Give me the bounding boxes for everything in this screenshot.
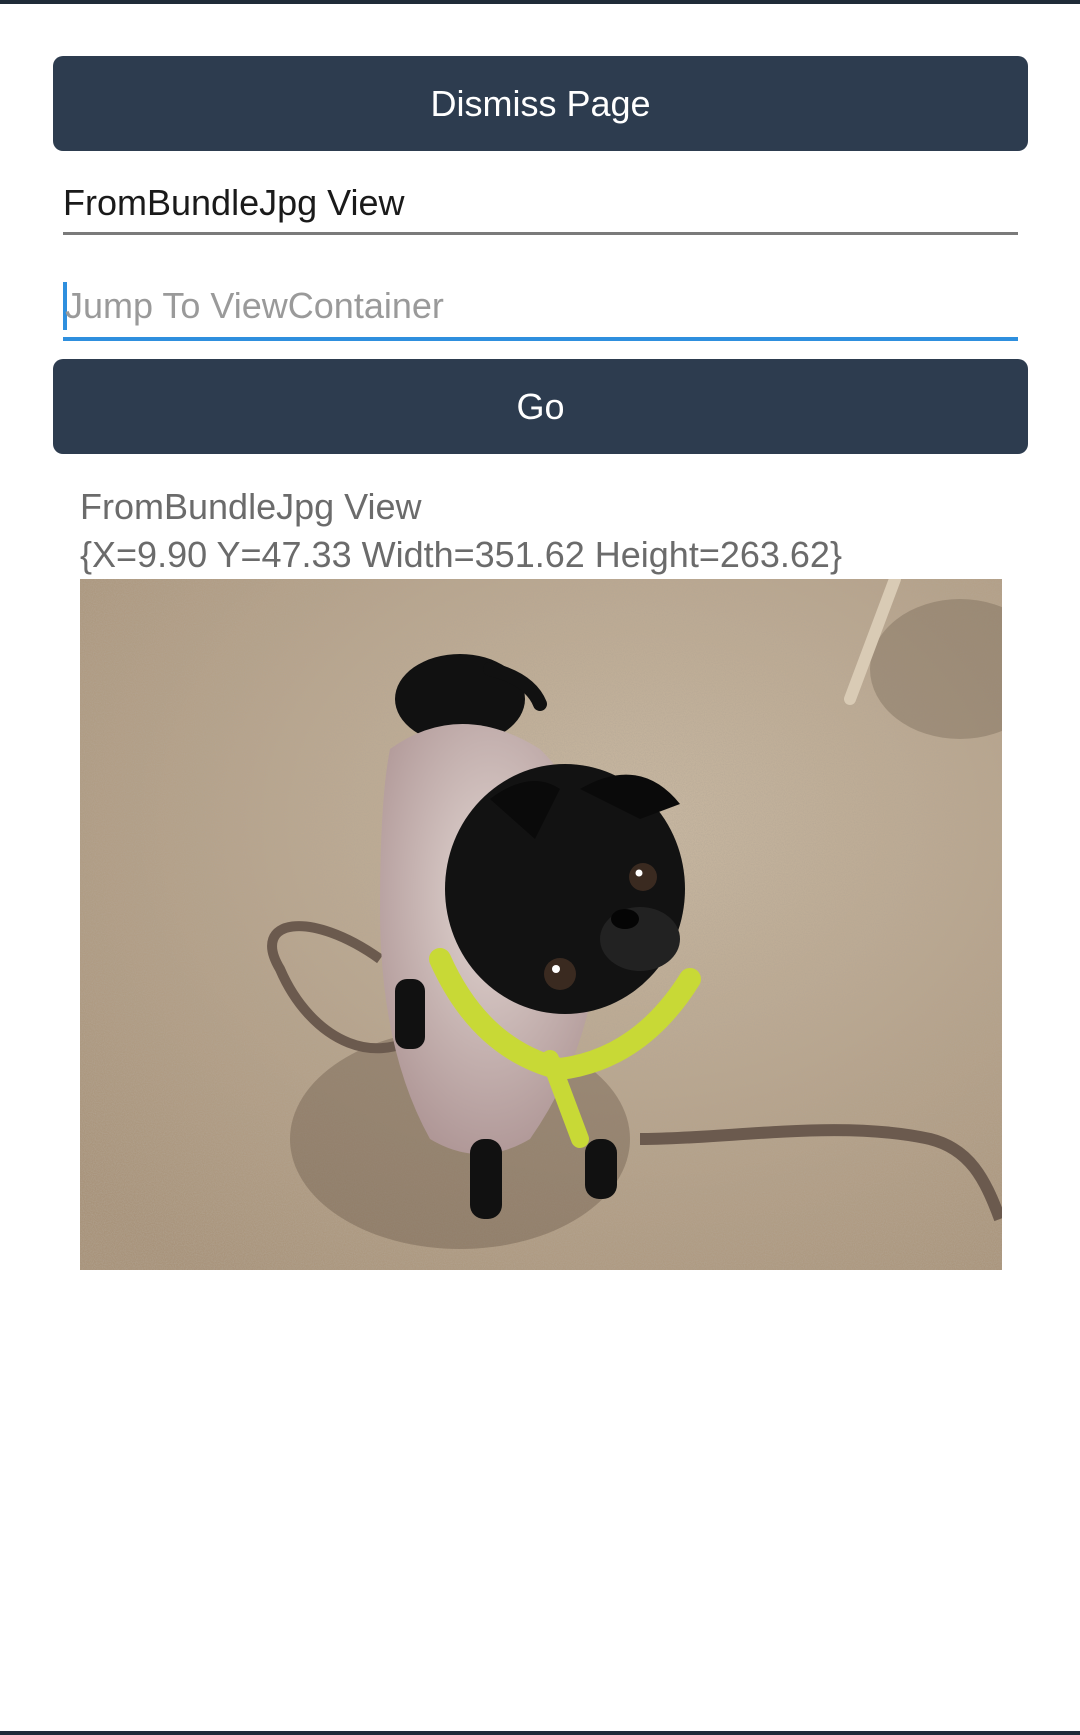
view-bounds-label: {X=9.90 Y=47.33 Width=351.62 Height=263.… (80, 534, 842, 575)
jump-input-placeholder: Jump To ViewContainer (65, 285, 444, 326)
title-entry[interactable]: FromBundleJpg View (63, 175, 1018, 235)
view-name-label: FromBundleJpg View (80, 486, 422, 527)
top-border (0, 0, 1080, 4)
bottom-border (0, 1731, 1080, 1735)
dismiss-page-button[interactable]: Dismiss Page (53, 56, 1028, 151)
go-button[interactable]: Go (53, 359, 1028, 454)
pug-photo (80, 579, 1002, 1270)
jump-to-viewcontainer-input[interactable]: Jump To ViewContainer (63, 275, 1018, 341)
